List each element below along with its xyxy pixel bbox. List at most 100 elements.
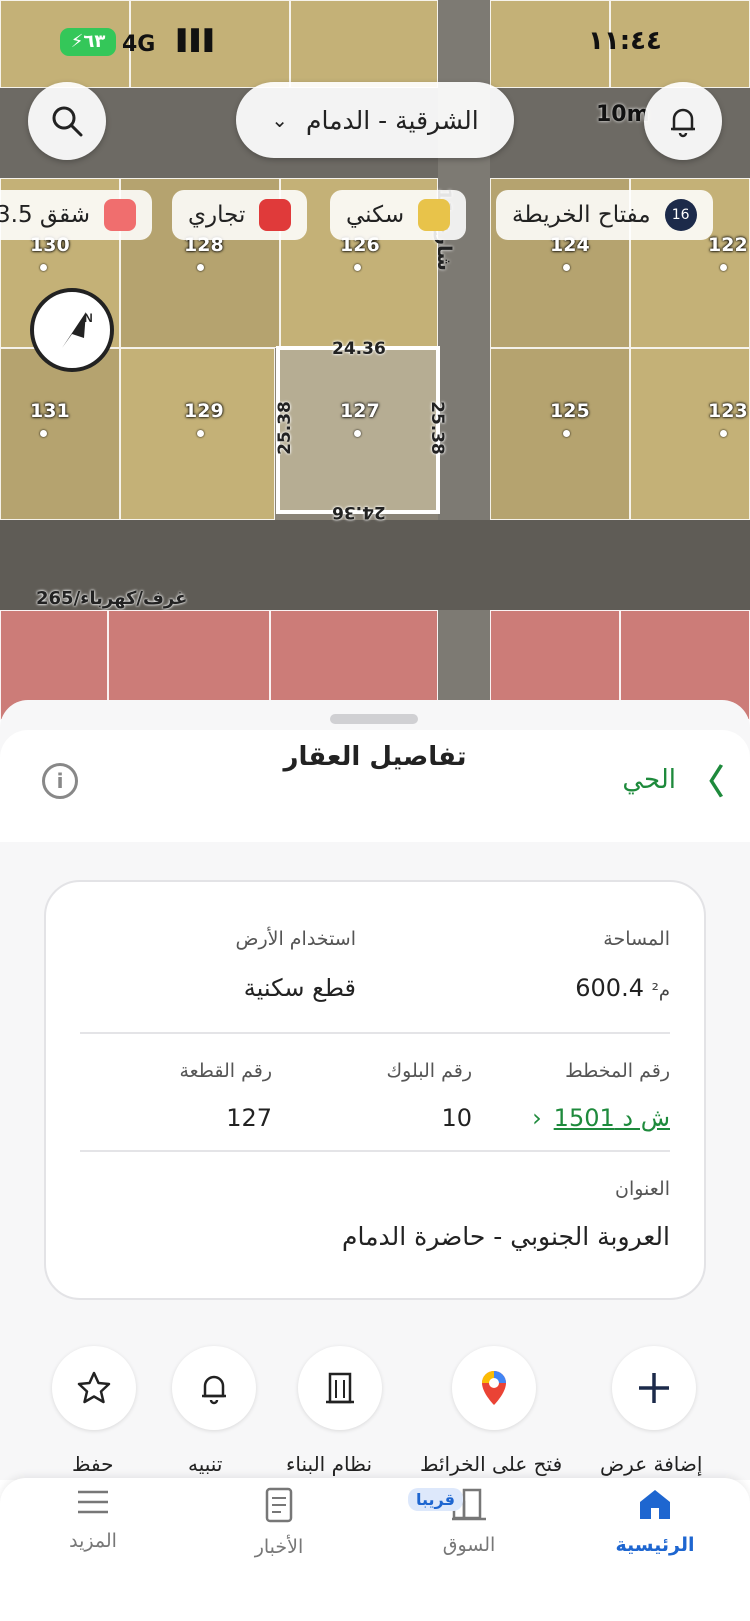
alert-button[interactable] bbox=[172, 1346, 256, 1430]
legend-label: تجاري bbox=[188, 202, 246, 228]
divider bbox=[80, 1150, 670, 1152]
map-scale: 10m bbox=[596, 102, 650, 127]
search-button[interactable] bbox=[28, 82, 106, 160]
land-use-label: استخدام الأرض bbox=[235, 928, 356, 950]
neighborhood-label: الحي bbox=[622, 764, 676, 795]
dimension-left: 25.38 bbox=[274, 401, 295, 455]
star-icon bbox=[77, 1371, 111, 1404]
area-value: م² 600.4 bbox=[575, 974, 670, 1002]
parcel-dot bbox=[354, 430, 361, 437]
info-icon[interactable]: i bbox=[42, 763, 78, 799]
divider bbox=[80, 1032, 670, 1034]
parcel-dot bbox=[720, 430, 727, 437]
land-use-value: قطع سكنية bbox=[243, 974, 356, 1002]
dimension-right: 25.38 bbox=[426, 401, 447, 455]
plus-icon bbox=[639, 1373, 669, 1403]
parcel-value: 127 bbox=[226, 1104, 272, 1132]
bell-icon bbox=[202, 1375, 226, 1405]
tab-home[interactable]: الرئيسية bbox=[590, 1486, 720, 1596]
legend-commercial-chip[interactable]: تجاري bbox=[172, 190, 308, 240]
chevron-down-icon: ⌄ bbox=[271, 108, 289, 132]
legend-label: مفتاح الخريطة bbox=[512, 202, 651, 228]
action-label: تنبيه bbox=[188, 1452, 223, 1476]
menu-icon bbox=[78, 1490, 108, 1514]
parcel-dot bbox=[563, 264, 570, 271]
tab-news[interactable]: الأخبار bbox=[214, 1486, 344, 1596]
legend-apartments-chip[interactable]: شقق 3.5 bbox=[0, 190, 152, 240]
action-label: إضافة عرض bbox=[600, 1452, 703, 1476]
signal-icon: ▌▌▌ bbox=[178, 28, 220, 52]
parcel[interactable] bbox=[0, 348, 120, 520]
plan-value: ش د 1501 bbox=[553, 1104, 670, 1132]
region-label: الشرقية - الدمام bbox=[306, 105, 479, 135]
compass-icon[interactable]: N bbox=[30, 288, 114, 372]
legend-swatch bbox=[259, 199, 292, 231]
area-number: 600.4 bbox=[575, 974, 644, 1002]
area-label: المساحة bbox=[603, 928, 670, 950]
legend-swatch bbox=[418, 199, 451, 231]
parcel[interactable] bbox=[290, 0, 438, 88]
parcel-number: 125 bbox=[550, 400, 590, 422]
parcel-dot bbox=[563, 430, 570, 437]
parcel-number: 129 bbox=[184, 400, 224, 422]
chevron-right-icon: 〉 bbox=[690, 763, 724, 803]
legend-residential-chip[interactable]: سكني bbox=[330, 190, 467, 240]
parcel-dot bbox=[354, 264, 361, 271]
battery-indicator: ⚡٦٣ bbox=[60, 28, 116, 56]
parcel-dot bbox=[40, 430, 47, 437]
parcel-number: 122 bbox=[708, 234, 748, 256]
google-maps-icon bbox=[482, 1371, 506, 1405]
plan-link[interactable]: ش د 1501 ‹ bbox=[532, 1104, 670, 1132]
block-value: 10 bbox=[441, 1104, 472, 1132]
legend-label: شقق 3.5 bbox=[0, 202, 90, 228]
parcel-number: 131 bbox=[30, 400, 70, 422]
action-label: فتح على الخرائط bbox=[420, 1452, 563, 1476]
action-label: نظام البناء bbox=[286, 1452, 373, 1476]
parcel-dot bbox=[197, 264, 204, 271]
coming-soon-badge: قريبا bbox=[408, 1488, 463, 1511]
parcel-label: رقم القطعة bbox=[179, 1060, 272, 1082]
property-details-card: المساحة م² 600.4 استخدام الأرض قطع سكنية… bbox=[44, 880, 706, 1300]
utility-label: غرف/كهرباء/265 bbox=[36, 588, 188, 609]
dimension-bottom: 24.36 bbox=[332, 502, 386, 522]
save-button[interactable] bbox=[52, 1346, 136, 1430]
tab-label: الرئيسية bbox=[615, 1534, 695, 1556]
dimension-top: 24.36 bbox=[332, 339, 386, 359]
address-label: العنوان bbox=[614, 1178, 670, 1200]
legend-badge: 16 bbox=[664, 199, 697, 231]
parcel-number: 123 bbox=[708, 400, 748, 422]
parcel[interactable] bbox=[490, 348, 630, 520]
network-label: 4G bbox=[122, 32, 156, 57]
building-code-button[interactable] bbox=[298, 1346, 382, 1430]
address-value: العروبة الجنوبي - حاضرة الدمام bbox=[342, 1222, 670, 1251]
chevron-left-icon: ‹ bbox=[532, 1104, 542, 1132]
area-unit: م² bbox=[651, 980, 670, 1001]
action-label: حفظ bbox=[72, 1452, 114, 1476]
newspaper-icon bbox=[265, 1487, 293, 1523]
open-maps-button[interactable] bbox=[452, 1346, 536, 1430]
parcel-dot bbox=[197, 430, 204, 437]
parcel-dot bbox=[40, 264, 47, 271]
plan-label: رقم المخطط bbox=[565, 1060, 670, 1082]
region-selector[interactable]: ⌄ الشرقية - الدمام bbox=[236, 82, 514, 158]
search-icon bbox=[52, 106, 83, 137]
parcel-number: 127 bbox=[340, 400, 380, 422]
drag-handle[interactable] bbox=[330, 714, 418, 724]
tab-label: الأخبار bbox=[254, 1536, 304, 1558]
parcel[interactable] bbox=[630, 348, 750, 520]
legend-key-chip[interactable]: 16 مفتاح الخريطة bbox=[496, 190, 713, 240]
legend-label: سكني bbox=[346, 202, 405, 228]
tab-label: المزيد bbox=[69, 1530, 117, 1552]
neighborhood-link[interactable]: 〉 الحي bbox=[622, 755, 724, 804]
tab-more[interactable]: المزيد bbox=[28, 1486, 158, 1596]
notifications-button[interactable] bbox=[644, 82, 722, 160]
add-listing-button[interactable] bbox=[612, 1346, 696, 1430]
home-icon bbox=[640, 1490, 670, 1519]
legend-swatch bbox=[103, 199, 136, 231]
tab-label: السوق bbox=[442, 1534, 496, 1556]
svg-text:N: N bbox=[84, 311, 93, 325]
clock: ١١:٤٤ bbox=[588, 26, 662, 56]
bell-icon bbox=[671, 108, 695, 138]
building-icon bbox=[326, 1372, 354, 1404]
block-label: رقم البلوك bbox=[386, 1060, 472, 1082]
